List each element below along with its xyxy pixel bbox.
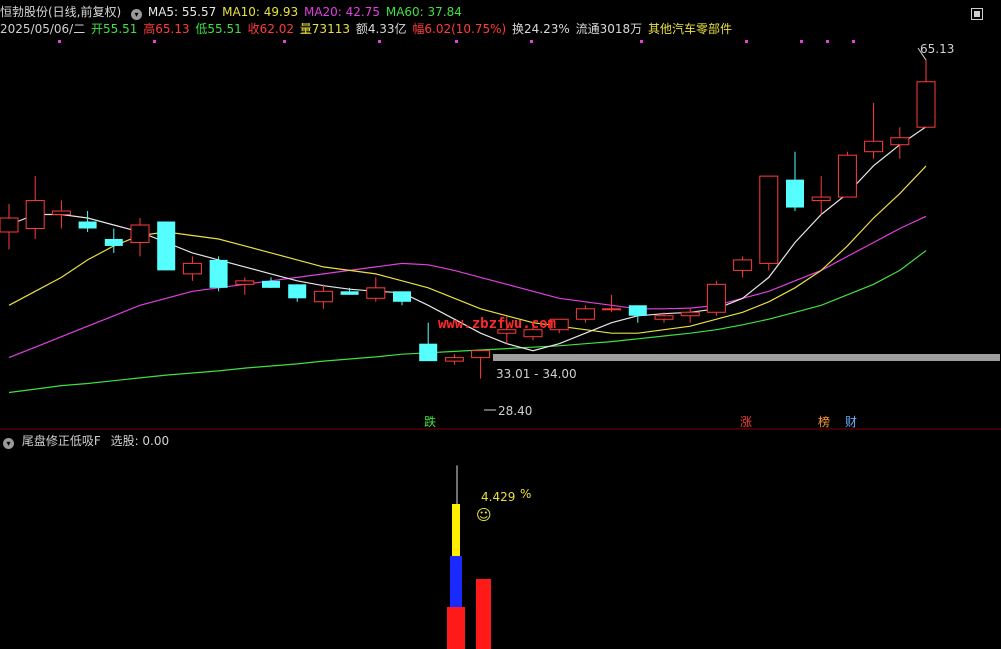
candle-body-down	[104, 238, 123, 246]
tag-bang: 榜	[818, 415, 831, 429]
indicator-bar-yellow	[452, 504, 460, 556]
candle-body-up	[837, 154, 857, 198]
candle-body-up	[471, 350, 491, 359]
candle-body-up	[654, 315, 674, 320]
candle-body-down	[209, 259, 228, 288]
candle-body-up	[313, 290, 333, 303]
marker-dot	[640, 40, 643, 43]
indicator-bar-blue	[450, 556, 462, 607]
marker-dot	[800, 40, 803, 43]
candle-body-up	[0, 217, 19, 233]
candle-body-down	[157, 221, 176, 271]
candle-body-up	[25, 200, 45, 229]
marker-dot	[530, 40, 533, 43]
candle-body-up	[890, 137, 910, 146]
support-band	[493, 354, 1000, 361]
select-label: 选股: 0.00	[110, 434, 170, 448]
candle-body-up	[182, 262, 202, 275]
indicator-menu-icon[interactable]: ▾	[3, 438, 14, 449]
tag-zhang: 涨	[740, 415, 753, 429]
indicator-title: 尾盘修正低吸F	[21, 434, 101, 448]
candle-body-down	[288, 284, 307, 299]
low-price-label: 28.40	[498, 404, 533, 418]
pct-value: 4.429	[481, 490, 516, 504]
candle-body-up	[733, 259, 753, 271]
marker-dot	[745, 40, 748, 43]
candle-body-up	[602, 308, 622, 311]
candle-body-down	[628, 305, 647, 316]
marker-dot	[283, 40, 286, 43]
smiley-icon: ☺	[476, 506, 492, 524]
marker-dot	[153, 40, 156, 43]
candle-body-up	[864, 140, 884, 153]
indicator-bar-red	[476, 579, 491, 649]
candle-body-up	[575, 308, 595, 320]
range-label: 33.01 - 34.00	[496, 367, 577, 381]
candle-body-up	[51, 210, 71, 216]
candle-body-up	[759, 175, 779, 264]
candle-body-up	[235, 280, 255, 285]
marker-dot	[58, 40, 61, 43]
pct-sign: %	[520, 487, 532, 501]
candle-body-up	[366, 287, 386, 299]
marker-dot	[378, 40, 381, 43]
marker-dot	[852, 40, 855, 43]
candle-body-down	[786, 179, 804, 208]
candle-body-down	[262, 280, 280, 288]
candle-body-down	[340, 291, 359, 295]
tag-die: 跌	[424, 415, 437, 429]
candle-body-up	[706, 283, 726, 313]
candle-body-down	[393, 291, 411, 302]
tag-cai: 财	[845, 415, 858, 429]
candle-body-up	[680, 311, 700, 317]
candle-body-up	[811, 196, 831, 202]
candle-body-up	[444, 357, 464, 362]
marker-dot	[455, 40, 458, 43]
indicator-bar-red	[447, 607, 465, 649]
candle-body-down	[78, 221, 97, 229]
high-price-label: 65.13	[920, 42, 955, 56]
candle-body-down	[419, 343, 438, 362]
candle-body-up	[916, 81, 936, 128]
indicator-header: ▾ 尾盘修正低吸F 选股: 0.00	[0, 432, 169, 449]
watermark: www.zbzfwu.com	[438, 316, 557, 332]
marker-dot	[826, 40, 829, 43]
candle-body-up	[130, 224, 150, 243]
